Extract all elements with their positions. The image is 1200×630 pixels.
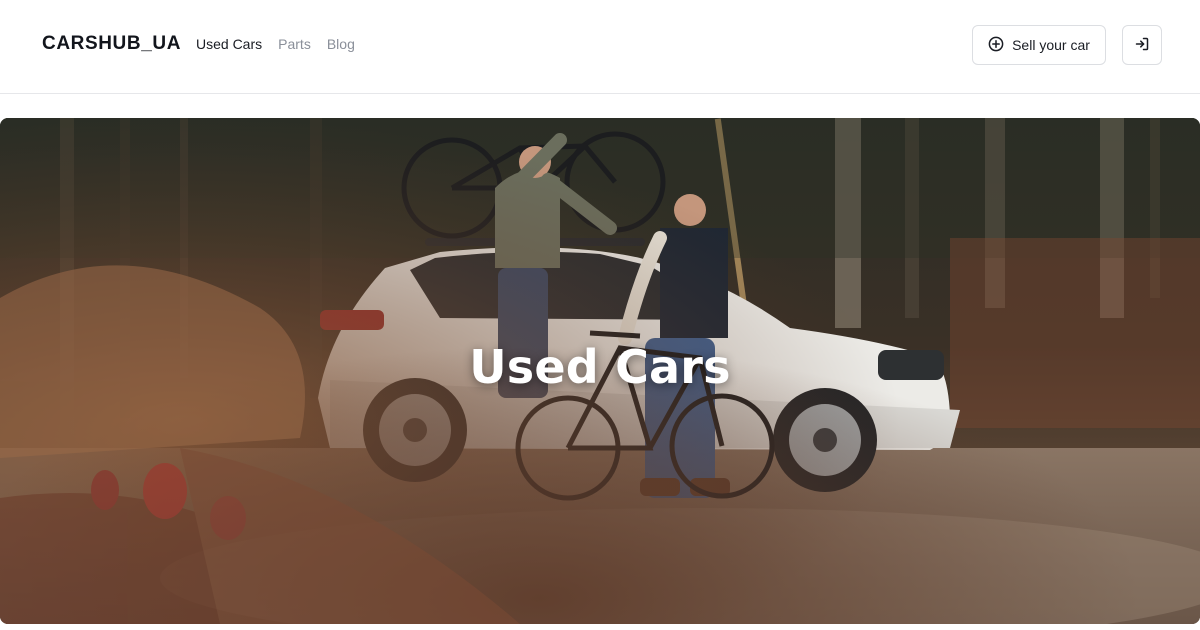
- hero-banner: Used Cars: [0, 118, 1200, 624]
- brand-logo[interactable]: CARSHUB_UA: [42, 33, 181, 55]
- login-button[interactable]: [1122, 25, 1162, 65]
- login-icon: [1134, 36, 1150, 55]
- plus-circle-icon: [988, 36, 1004, 55]
- top-navigation-bar: CARSHUB_UA Used Cars Parts Blog Sell you…: [0, 0, 1200, 94]
- hero-title: Used Cars: [469, 340, 731, 394]
- nav-link-used-cars[interactable]: Used Cars: [196, 36, 262, 52]
- nav-link-parts[interactable]: Parts: [278, 36, 311, 52]
- sell-your-car-label: Sell your car: [1012, 37, 1090, 53]
- sell-your-car-button[interactable]: Sell your car: [972, 25, 1106, 65]
- nav-link-blog[interactable]: Blog: [327, 36, 355, 52]
- main-nav: Used Cars Parts Blog: [196, 36, 355, 52]
